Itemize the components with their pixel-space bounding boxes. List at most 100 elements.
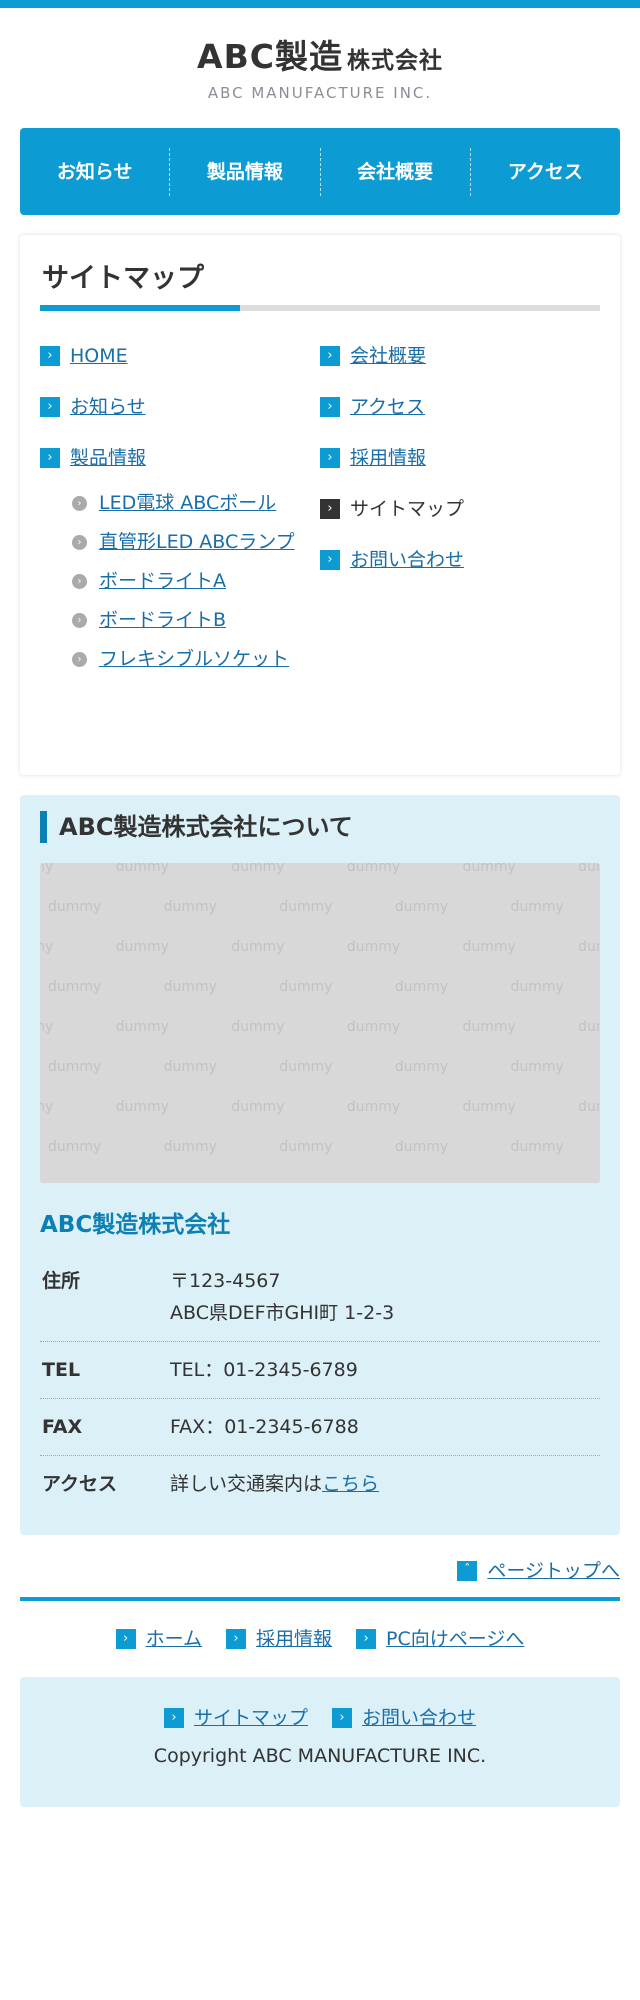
chevron-up-icon: ˆ: [457, 1561, 478, 1581]
sitemap-link-contact[interactable]: お問い合わせ: [350, 547, 464, 573]
product-item: › ボードライトA: [72, 568, 320, 607]
address-street: ABC県DEF市GHI町 1-2-3: [170, 1302, 395, 1324]
gnav-products[interactable]: 製品情報: [170, 147, 321, 196]
copyright: Copyright ABC MANUFACTURE INC.: [153, 1745, 487, 1767]
chevron-right-icon: ›: [40, 346, 60, 366]
product-item: › ボードライトB: [72, 607, 320, 646]
chevron-right-icon: ›: [320, 397, 340, 417]
product-link-board-b[interactable]: ボードライトB: [99, 607, 226, 633]
chevron-right-icon: ›: [320, 499, 340, 519]
sitemap-link-home[interactable]: HOME: [70, 343, 128, 369]
logo-suffix: 株式会社: [346, 48, 443, 74]
sitemap-title: サイトマップ: [42, 263, 204, 294]
chevron-right-icon: ›: [163, 1708, 184, 1728]
gnav-company[interactable]: 会社概要: [321, 147, 471, 196]
dummy-watermark-row: dummy dummy dummy dummy dummy dummy dumm…: [40, 1099, 600, 1115]
chevron-circle-icon: ›: [72, 496, 87, 511]
chevron-right-icon: ›: [320, 346, 340, 366]
footer-link-recruit[interactable]: 採用情報: [256, 1626, 332, 1652]
dummy-watermark-row: dummy dummy dummy dummy dummy dummy dumm…: [40, 863, 600, 875]
product-link-board-a[interactable]: ボードライトA: [99, 568, 226, 594]
product-link-socket[interactable]: フレキシブルソケット: [99, 646, 289, 672]
page-top-link[interactable]: ページトップへ: [487, 1558, 620, 1584]
footer-link-contact[interactable]: お問い合わせ: [362, 1705, 476, 1731]
company-name: ABC製造株式会社: [40, 1212, 231, 1238]
about-panel: ABC製造株式会社について dummy dummy dummy dummy du…: [20, 795, 620, 1535]
dummy-watermark-row: dummy dummy dummy dummy dummy dummy dumm…: [48, 1139, 600, 1155]
page-top: ˆ ページトップへ: [20, 1553, 620, 1589]
footer-links: › ホーム › 採用情報 › PC向けページへ: [0, 1619, 640, 1659]
sitemap-item-news: › お知らせ: [40, 394, 320, 445]
dummy-watermark-row: dummy dummy dummy dummy dummy dummy dumm…: [48, 1059, 600, 1075]
chevron-right-icon: ›: [40, 397, 60, 417]
chevron-right-icon: ›: [332, 1708, 352, 1728]
logo-sub-text: ABC MANUFACTURE INC.: [207, 84, 433, 102]
sitemap-item-home: › HOME: [40, 343, 320, 394]
info-key: TEL: [42, 1359, 81, 1381]
chevron-circle-icon: ›: [72, 652, 87, 667]
dummy-watermark-row: dummy dummy dummy dummy dummy dummy dumm…: [48, 899, 600, 915]
info-row-access: アクセス 詳しい交通案内はこちら: [40, 1456, 600, 1512]
dummy-watermark-row: dummy dummy dummy dummy dummy dummy dumm…: [40, 939, 600, 955]
sitemap-link-news[interactable]: お知らせ: [70, 394, 146, 420]
chevron-right-icon: ›: [115, 1629, 136, 1649]
footer-item-recruit: › 採用情報: [226, 1626, 332, 1652]
sitemap-item-sitemap-current: › サイトマップ: [320, 496, 600, 547]
sitemap-link-products[interactable]: 製品情報: [70, 445, 146, 471]
info-row-address: 住所 〒123-4567 ABC県DEF市GHI町 1-2-3: [40, 1253, 600, 1342]
sitemap-item-access: › アクセス: [320, 394, 600, 445]
footer-item-pc: › PC向けページへ: [356, 1626, 524, 1652]
footer-item-home: › ホーム: [115, 1626, 202, 1652]
access-detail-link[interactable]: こちら: [322, 1473, 379, 1495]
chevron-circle-icon: ›: [72, 613, 87, 628]
footer-link-home[interactable]: ホーム: [146, 1626, 202, 1652]
footer-box-links: › サイトマップ › お問い合わせ: [20, 1701, 620, 1735]
about-title: ABC製造株式会社について: [40, 811, 600, 843]
info-key: FAX: [42, 1416, 83, 1438]
info-value: 詳しい交通案内はこちら: [170, 1468, 379, 1500]
sitemap-item-recruit: › 採用情報: [320, 445, 600, 496]
sitemap-title-rule: [40, 305, 600, 311]
info-value: TEL：01-2345-6789: [170, 1359, 358, 1381]
gnav-news[interactable]: お知らせ: [20, 147, 171, 196]
footer-item-contact: › お問い合わせ: [332, 1705, 476, 1731]
sitemap-item-products: › 製品情報: [40, 445, 320, 496]
address-postal: 〒123-4567: [170, 1270, 281, 1292]
chevron-circle-icon: ›: [72, 574, 87, 589]
chevron-circle-icon: ›: [72, 535, 87, 550]
product-item: › 直管形LED ABCランプ: [72, 529, 320, 568]
info-key: アクセス: [42, 1473, 118, 1495]
info-value: FAX：01-2345-6788: [170, 1416, 359, 1438]
gnav-access[interactable]: アクセス: [471, 148, 620, 196]
sitemap-right-column: › 会社概要 › アクセス › 採用情報 › サイトマップ › お問い合わせ: [320, 343, 600, 685]
sitemap-link-company[interactable]: 会社概要: [350, 343, 426, 369]
chevron-right-icon: ›: [320, 448, 340, 468]
product-link-led-bulb[interactable]: LED電球 ABCボール: [99, 490, 276, 516]
logo-main-text: ABC製造 株式会社: [197, 37, 443, 76]
site-logo[interactable]: ABC製造 株式会社 ABC MANUFACTURE INC.: [0, 8, 640, 120]
sitemap-link-recruit[interactable]: 採用情報: [350, 445, 426, 471]
footer-item-sitemap: › サイトマップ: [163, 1705, 308, 1731]
footer-link-sitemap[interactable]: サイトマップ: [194, 1705, 308, 1731]
footer-link-pc[interactable]: PC向けページへ: [386, 1626, 524, 1652]
product-sublist: › LED電球 ABCボール › 直管形LED ABCランプ › ボードライトA › ボ…: [40, 490, 320, 685]
chevron-right-icon: ›: [40, 448, 60, 468]
dummy-watermark-row: dummy dummy dummy dummy dummy dummy dumm…: [48, 979, 600, 995]
sitemap-item-company: › 会社概要: [320, 343, 600, 394]
dummy-watermark-row: dummy dummy dummy dummy dummy dummy dumm…: [40, 1019, 600, 1035]
sitemap-link-access[interactable]: アクセス: [350, 394, 425, 420]
product-item: › LED電球 ABCボール: [72, 490, 320, 529]
sitemap-current-label: サイトマップ: [350, 498, 465, 520]
product-item: › フレキシブルソケット: [72, 646, 320, 685]
product-link-led-lamp[interactable]: 直管形LED ABCランプ: [99, 529, 295, 555]
footer-box: › サイトマップ › お問い合わせ Copyright ABC MANUFACTUR…: [20, 1677, 620, 1807]
chevron-right-icon: ›: [226, 1629, 247, 1649]
global-nav: お知らせ 製品情報 会社概要 アクセス: [20, 128, 620, 215]
info-key: 住所: [42, 1270, 81, 1292]
footer-rule: [20, 1597, 620, 1601]
sitemap-item-contact: › お問い合わせ: [320, 547, 600, 598]
info-row-tel: TEL TEL：01-2345-6789: [40, 1342, 600, 1399]
chevron-right-icon: ›: [356, 1629, 377, 1649]
sitemap-panel: サイトマップ › HOME › お知らせ › 製品情報 › LED電球 ABCボー…: [20, 235, 620, 775]
access-text: 詳しい交通案内は: [170, 1473, 323, 1495]
